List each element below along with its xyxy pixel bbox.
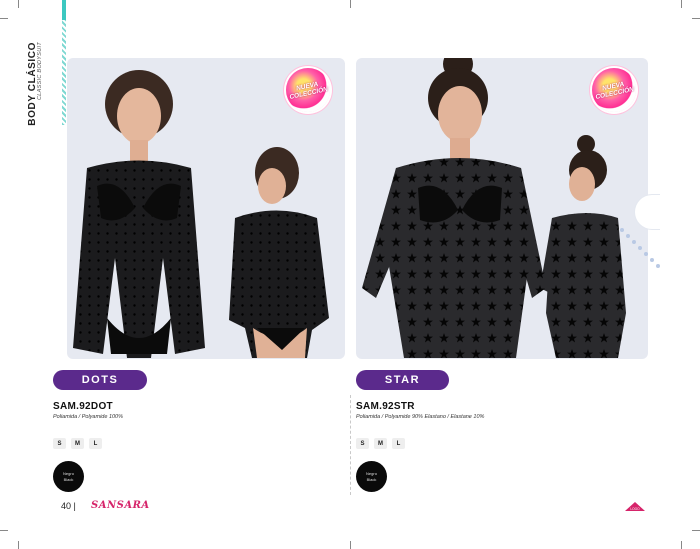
product-name-pill: DOTS bbox=[53, 370, 147, 390]
product-photo-dots: NUEVA COLECCIÓN bbox=[67, 58, 345, 359]
size-chip: L bbox=[89, 438, 102, 449]
product-photo-star: NUEVA COLECCIÓN bbox=[356, 58, 648, 359]
size-list: S M L bbox=[356, 438, 405, 449]
color-swatch: Negro Black bbox=[356, 461, 387, 492]
product-name: DOTS bbox=[81, 374, 119, 386]
page-number: 40 | bbox=[61, 501, 76, 511]
crop-mark bbox=[681, 0, 682, 8]
accent-bar bbox=[62, 0, 66, 20]
color-swatch: Negro Black bbox=[53, 461, 84, 492]
publisher-logo-text: LOGO bbox=[630, 507, 640, 511]
badge-text: NUEVA COLECCIÓN bbox=[594, 80, 635, 101]
new-collection-badge: NUEVA COLECCIÓN bbox=[286, 68, 330, 112]
new-collection-badge: NUEVA COLECCIÓN bbox=[592, 68, 636, 112]
crop-mark bbox=[350, 0, 351, 8]
crop-mark bbox=[692, 530, 700, 531]
badge-text: NUEVA COLECCIÓN bbox=[288, 80, 329, 101]
color-name-en: Black bbox=[63, 476, 74, 482]
color-name-en: Black bbox=[366, 476, 377, 482]
crop-mark bbox=[0, 18, 8, 19]
size-chip: M bbox=[71, 438, 84, 449]
size-chip: S bbox=[356, 438, 369, 449]
product-name: STAR bbox=[384, 374, 421, 386]
crop-mark bbox=[350, 541, 351, 549]
crop-mark bbox=[18, 541, 19, 549]
size-chip: S bbox=[53, 438, 66, 449]
crop-mark bbox=[681, 541, 682, 549]
size-chip: M bbox=[374, 438, 387, 449]
column-divider bbox=[350, 395, 351, 495]
publisher-logo-icon: LOGO bbox=[625, 502, 645, 511]
section-subtitle-text: CLASSIC BODYSUIT bbox=[37, 42, 43, 100]
accent-hatch bbox=[62, 20, 66, 125]
size-chip: L bbox=[392, 438, 405, 449]
product-code: SAM.92STR bbox=[356, 401, 415, 412]
product-name-pill: STAR bbox=[356, 370, 449, 390]
product-code: SAM.92DOT bbox=[53, 401, 113, 412]
crop-mark bbox=[692, 18, 700, 19]
crop-mark bbox=[18, 0, 19, 8]
product-material: Poliamida / Polyamide 90% Elastano / Ela… bbox=[356, 414, 485, 420]
brand-logo: SANSARA bbox=[91, 500, 150, 511]
product-material: Poliamida / Polyamide 100% bbox=[53, 414, 124, 420]
crop-mark bbox=[0, 530, 8, 531]
size-list: S M L bbox=[53, 438, 102, 449]
